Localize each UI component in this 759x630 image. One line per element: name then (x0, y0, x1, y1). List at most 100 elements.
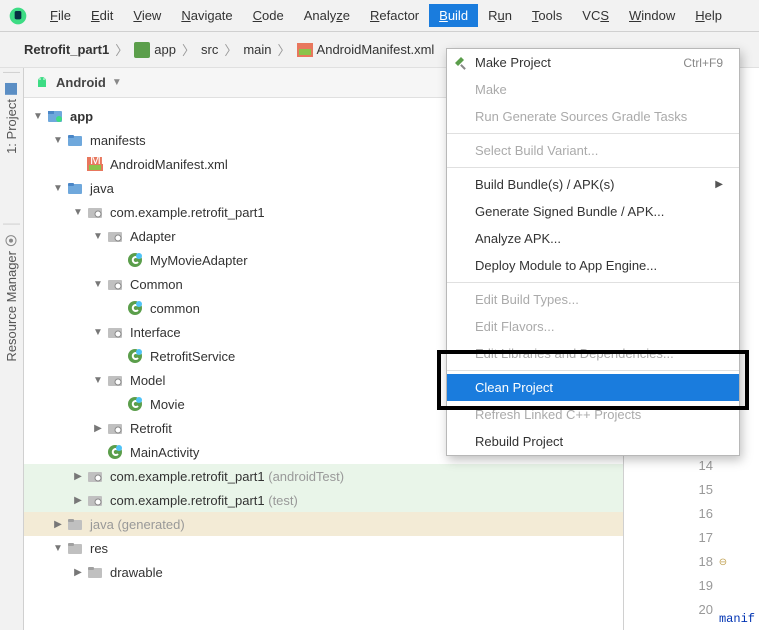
tree-expand-arrow-icon[interactable] (92, 327, 104, 338)
tree-node-label: res (90, 541, 108, 556)
class-icon (126, 252, 144, 268)
menu-refactor[interactable]: Refactor (360, 4, 429, 27)
breadcrumb-src[interactable]: src (201, 42, 218, 57)
menu-item-label: Make (475, 82, 507, 97)
menu-run[interactable]: Run (478, 4, 522, 27)
menu-item-label: Deploy Module to App Engine... (475, 258, 657, 273)
tree-node-label: Retrofit (130, 421, 172, 436)
module-icon (46, 108, 64, 124)
menu-separator (447, 282, 739, 283)
tree-node[interactable]: com.example.retrofit_part1 (test) (24, 488, 623, 512)
package-icon (106, 372, 124, 388)
manifest-icon: MF (86, 156, 104, 172)
tree-node-label: MyMovieAdapter (150, 253, 248, 268)
tree-expand-arrow-icon[interactable] (52, 135, 64, 146)
tree-expand-arrow-icon[interactable] (92, 423, 104, 434)
menu-item-label: Refresh Linked C++ Projects (475, 407, 641, 422)
tree-expand-arrow-icon[interactable] (72, 207, 84, 218)
hammer-icon (453, 55, 469, 71)
tree-node-label: java (generated) (90, 517, 185, 532)
menu-view[interactable]: View (123, 4, 171, 27)
code-fragment: manif (719, 612, 755, 626)
menu-item-generate-signed-bundle-apk[interactable]: Generate Signed Bundle / APK... (447, 198, 739, 225)
menu-item-refresh-linked-c-projects: Refresh Linked C++ Projects (447, 401, 739, 428)
menu-item-label: Clean Project (475, 380, 553, 395)
menu-item-run-generate-sources-gradle-tasks: Run Generate Sources Gradle Tasks (447, 103, 739, 130)
fold-gutter: ⊖ ⊖ (717, 430, 729, 622)
package-icon (106, 420, 124, 436)
tool-tab-project[interactable]: 1: Project (3, 72, 20, 164)
class-icon (126, 348, 144, 364)
menu-code[interactable]: Code (243, 4, 294, 27)
menu-tools[interactable]: Tools (522, 4, 572, 27)
menu-edit[interactable]: Edit (81, 4, 123, 27)
tree-expand-arrow-icon[interactable] (72, 495, 84, 506)
tree-expand-arrow-icon[interactable] (72, 471, 84, 482)
tree-node[interactable]: drawable (24, 560, 623, 584)
menu-item-analyze-apk[interactable]: Analyze APK... (447, 225, 739, 252)
tree-node-label: AndroidManifest.xml (110, 157, 228, 172)
package-icon (86, 492, 104, 508)
menu-item-clean-project[interactable]: Clean Project (447, 374, 739, 401)
tree-expand-arrow-icon[interactable] (92, 231, 104, 242)
chevron-right-icon: 〉 (182, 40, 195, 59)
tree-expand-arrow-icon[interactable] (92, 375, 104, 386)
folder-gray-icon (66, 540, 84, 556)
menu-item-deploy-module-to-app-engine[interactable]: Deploy Module to App Engine... (447, 252, 739, 279)
tree-node[interactable]: java (generated) (24, 512, 623, 536)
tree-node-label: Common (130, 277, 183, 292)
tree-expand-arrow-icon[interactable] (32, 111, 44, 122)
menu-file[interactable]: File (40, 4, 81, 27)
tree-node-label: com.example.retrofit_part1 (androidTest) (110, 469, 344, 484)
tree-node-label: Model (130, 373, 165, 388)
menu-item-label: Edit Build Types... (475, 292, 579, 307)
menu-item-label: Edit Flavors... (475, 319, 554, 334)
tree-node-label: Movie (150, 397, 185, 412)
menu-build[interactable]: Build (429, 4, 478, 27)
menu-shortcut: Ctrl+F9 (683, 56, 723, 70)
breadcrumb-module[interactable]: app (134, 42, 176, 58)
package-icon (106, 276, 124, 292)
package-icon (106, 324, 124, 340)
menu-item-build-bundle-s-apk-s[interactable]: Build Bundle(s) / APK(s)▶ (447, 171, 739, 198)
tree-node[interactable]: res (24, 536, 623, 560)
menubar: File Edit View Navigate Code Analyze Ref… (0, 0, 759, 32)
tree-node-label: MainActivity (130, 445, 199, 460)
menu-item-make-project[interactable]: Make ProjectCtrl+F9 (447, 49, 739, 76)
tree-expand-arrow-icon[interactable] (72, 567, 84, 578)
tree-node-label: common (150, 301, 200, 316)
menu-vcs[interactable]: VCS (572, 4, 619, 27)
breadcrumb-file[interactable]: AndroidManifest.xml (297, 42, 435, 57)
menu-help[interactable]: Help (685, 4, 732, 27)
menu-item-label: Edit Libraries and Dependencies... (475, 346, 674, 361)
menu-navigate[interactable]: Navigate (171, 4, 242, 27)
folder-icon (66, 180, 84, 196)
package-icon (86, 204, 104, 220)
tree-expand-arrow-icon[interactable] (52, 519, 64, 530)
menu-item-label: Analyze APK... (475, 231, 561, 246)
menu-analyze[interactable]: Analyze (294, 4, 360, 27)
tree-node-label: java (90, 181, 114, 196)
tree-node-label: app (70, 109, 93, 124)
tree-node-label: RetrofitService (150, 349, 235, 364)
menu-item-label: Generate Signed Bundle / APK... (475, 204, 664, 219)
menu-item-edit-build-types: Edit Build Types... (447, 286, 739, 313)
breadcrumb-main[interactable]: main (243, 42, 271, 57)
tree-node-label: Adapter (130, 229, 176, 244)
tree-node[interactable]: com.example.retrofit_part1 (androidTest) (24, 464, 623, 488)
panel-view-selector[interactable]: Android (56, 75, 106, 90)
menu-item-rebuild-project[interactable]: Rebuild Project (447, 428, 739, 455)
chevron-down-icon: ▼ (112, 77, 122, 88)
tree-expand-arrow-icon[interactable] (52, 183, 64, 194)
menu-window[interactable]: Window (619, 4, 685, 27)
menu-item-edit-libraries-and-dependencies: Edit Libraries and Dependencies... (447, 340, 739, 367)
breadcrumb-project[interactable]: Retrofit_part1 (24, 42, 109, 57)
tree-expand-arrow-icon[interactable] (52, 543, 64, 554)
menu-separator (447, 370, 739, 371)
android-studio-logo-icon (8, 6, 28, 26)
tree-node-label: manifests (90, 133, 146, 148)
tree-expand-arrow-icon[interactable] (92, 279, 104, 290)
tool-tab-resource-manager[interactable]: Resource Manager (3, 224, 20, 372)
class-icon (126, 300, 144, 316)
tree-node-label: Interface (130, 325, 181, 340)
